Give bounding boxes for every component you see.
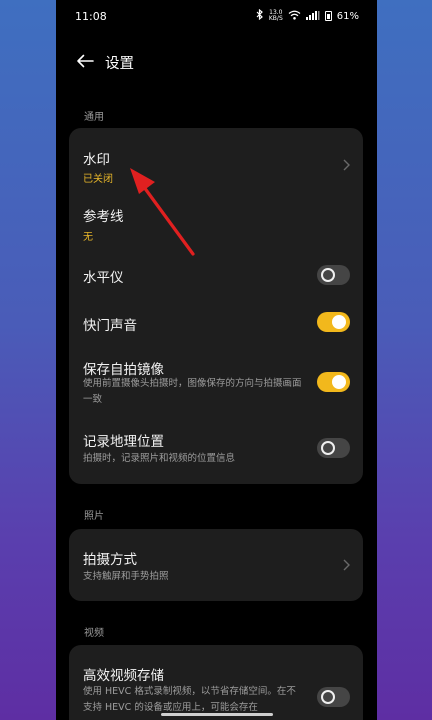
watermark-row[interactable]: 水印 已关闭 bbox=[69, 128, 363, 192]
general-settings-card: 水印 已关闭 参考线 无 水平仪 快门声音 保存自拍镜像 使用前置摄像头拍摄时，… bbox=[69, 128, 363, 484]
gridlines-title: 参考线 bbox=[83, 209, 124, 225]
hevc-description: 使用 HEVC 格式录制视频，以节省存储空间。在不支持 HEVC 的设备或应用上… bbox=[83, 686, 296, 713]
mirror-selfie-row[interactable]: 保存自拍镜像 使用前置摄像头拍摄时，图像保存的方向与拍摄画面一致 bbox=[69, 346, 363, 414]
shooting-method-title: 拍摄方式 bbox=[83, 552, 137, 568]
section-label-video: 视频 bbox=[84, 628, 104, 639]
gridlines-value: 无 bbox=[83, 232, 93, 243]
level-row[interactable]: 水平仪 bbox=[69, 250, 363, 298]
location-title: 记录地理位置 bbox=[83, 434, 164, 450]
battery-icon bbox=[324, 11, 332, 21]
section-label-photo: 照片 bbox=[84, 511, 104, 522]
home-indicator[interactable] bbox=[161, 713, 273, 716]
page-title: 设置 bbox=[105, 55, 134, 72]
signal-icon bbox=[305, 10, 320, 23]
level-toggle[interactable] bbox=[317, 265, 350, 285]
bluetooth-icon bbox=[256, 8, 264, 23]
location-row[interactable]: 记录地理位置 拍摄时，记录照片和视频的位置信息 bbox=[69, 418, 363, 480]
battery-percent: 61% bbox=[336, 10, 359, 22]
hevc-row[interactable]: 高效视频存储 使用 HEVC 格式录制视频，以节省存储空间。在不支持 HEVC … bbox=[69, 645, 363, 720]
gridlines-row[interactable]: 参考线 无 bbox=[69, 192, 363, 250]
net-speed-unit: KB/S bbox=[268, 15, 283, 22]
mirror-selfie-toggle[interactable] bbox=[317, 372, 350, 392]
level-title: 水平仪 bbox=[83, 270, 124, 286]
shooting-method-row[interactable]: 拍摄方式 支持触屏和手势拍照 bbox=[69, 529, 363, 601]
wifi-icon bbox=[288, 10, 301, 23]
hevc-toggle[interactable] bbox=[317, 687, 350, 707]
watermark-value: 已关闭 bbox=[83, 174, 113, 185]
status-time: 11:08 bbox=[75, 9, 107, 23]
chevron-right-icon bbox=[343, 559, 350, 571]
page-header: 设置 bbox=[56, 44, 377, 80]
status-bar: 11:08 13.0 KB/S 61% bbox=[56, 0, 377, 32]
location-toggle[interactable] bbox=[317, 438, 350, 458]
hevc-title: 高效视频存储 bbox=[83, 668, 164, 684]
shutter-sound-title: 快门声音 bbox=[83, 318, 137, 334]
chevron-right-icon bbox=[343, 159, 350, 171]
watermark-title: 水印 bbox=[83, 152, 110, 168]
location-description: 拍摄时，记录照片和视频的位置信息 bbox=[83, 453, 236, 464]
back-arrow-icon bbox=[76, 53, 94, 72]
shooting-method-description: 支持触屏和手势拍照 bbox=[83, 571, 169, 582]
status-icons: 13.0 KB/S 61% bbox=[256, 8, 359, 23]
photo-settings-card: 拍摄方式 支持触屏和手势拍照 bbox=[69, 529, 363, 601]
shutter-sound-toggle[interactable] bbox=[317, 312, 350, 332]
shutter-sound-row[interactable]: 快门声音 bbox=[69, 298, 363, 346]
net-speed: 13.0 KB/S bbox=[269, 10, 283, 22]
video-settings-card: 高效视频存储 使用 HEVC 格式录制视频，以节省存储空间。在不支持 HEVC … bbox=[69, 645, 363, 720]
mirror-selfie-title: 保存自拍镜像 bbox=[83, 362, 164, 378]
back-button[interactable] bbox=[67, 44, 103, 80]
phone-screen: 11:08 13.0 KB/S 61% 设置 通用 水印 已关闭 参考线 无 水… bbox=[56, 0, 377, 720]
section-label-general: 通用 bbox=[84, 112, 104, 123]
mirror-selfie-description: 使用前置摄像头拍摄时，图像保存的方向与拍摄画面一致 bbox=[83, 378, 302, 405]
